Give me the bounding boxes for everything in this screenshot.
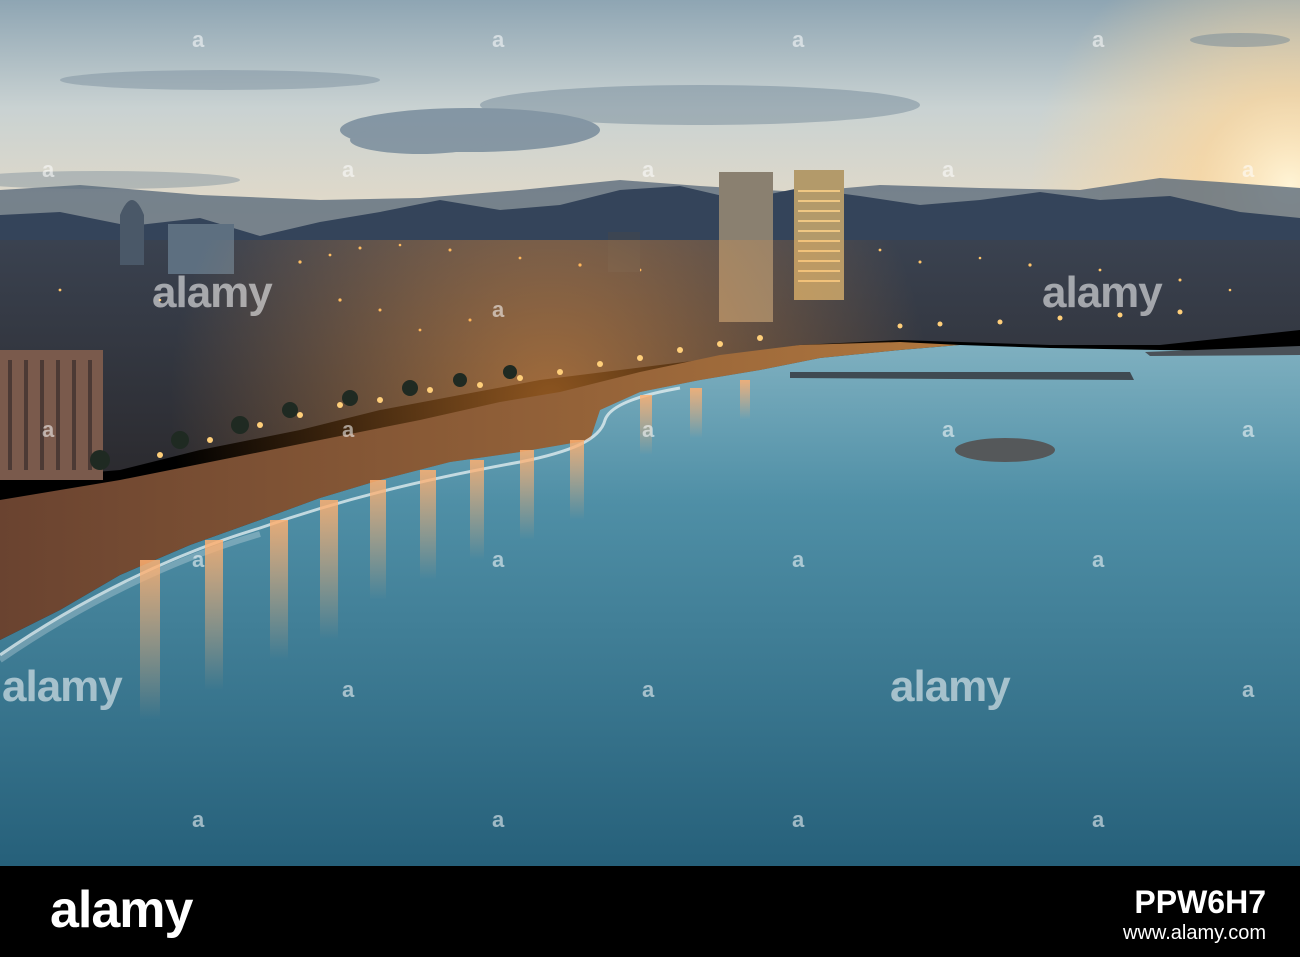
- watermark-mark: a: [492, 547, 505, 572]
- watermark-mark: a: [342, 677, 355, 702]
- watermark-logo: alamy: [890, 662, 1011, 711]
- footer-bar: alamy PPW6H7 www.alamy.com: [0, 866, 1300, 957]
- stock-photo-page: a a a a a a a a a a a a a a a a a a a a …: [0, 0, 1300, 957]
- watermark-mark: a: [192, 547, 205, 572]
- watermark-mark: a: [792, 547, 805, 572]
- watermark-mark: a: [1242, 417, 1255, 442]
- alamy-logo: alamy: [50, 881, 193, 939]
- watermark-logo: alamy: [2, 662, 123, 711]
- watermark-mark: a: [1242, 157, 1255, 182]
- watermark-mark: a: [192, 27, 205, 52]
- watermark-mark: a: [642, 157, 655, 182]
- watermark-mark: a: [342, 157, 355, 182]
- image-id: PPW6H7: [1134, 884, 1266, 920]
- watermark-mark: a: [792, 807, 805, 832]
- watermark-logo: alamy: [152, 268, 273, 317]
- watermark-mark: a: [1092, 27, 1105, 52]
- watermark-mark: a: [492, 807, 505, 832]
- watermark-mark: a: [342, 417, 355, 442]
- watermark-mark: a: [1242, 677, 1255, 702]
- watermark-mark: a: [492, 297, 505, 322]
- watermark-mark: a: [192, 807, 205, 832]
- watermark-mark: a: [42, 417, 55, 442]
- rock-island: [955, 438, 1055, 462]
- watermark-logo: alamy: [1042, 268, 1163, 317]
- watermark-mark: a: [642, 417, 655, 442]
- watermark-mark: a: [792, 27, 805, 52]
- watermark-mark: a: [492, 27, 505, 52]
- watermark-mark: a: [942, 157, 955, 182]
- watermark-mark: a: [642, 677, 655, 702]
- site-url: www.alamy.com: [1123, 922, 1266, 944]
- watermark-mark: a: [1092, 547, 1105, 572]
- footer-meta: PPW6H7 www.alamy.com: [1123, 884, 1266, 946]
- watermark-mark: a: [42, 157, 55, 182]
- watermark-mark: a: [942, 417, 955, 442]
- watermark-mark: a: [1092, 807, 1105, 832]
